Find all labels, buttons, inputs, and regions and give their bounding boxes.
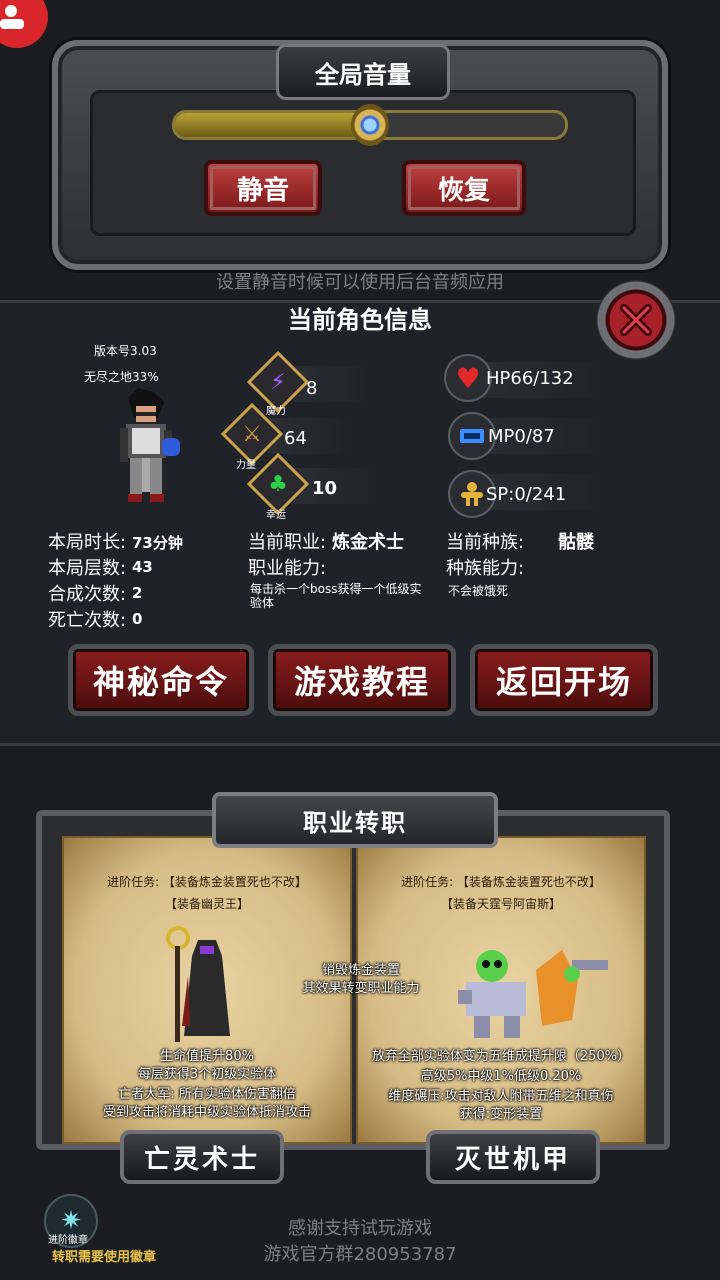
luck-value: 10 xyxy=(312,478,338,499)
power-value: 64 xyxy=(284,428,307,449)
floors-value: 43 xyxy=(132,558,153,576)
mecha-sprite xyxy=(458,950,608,1038)
synthesis-label: 合成次数: xyxy=(48,584,127,605)
left-line-4: 受到攻击将消耗中级实验体抵消攻击 xyxy=(102,1105,311,1120)
volume-slider-knob[interactable] xyxy=(351,104,389,146)
left-line-2: 每层获得3个初级实验体 xyxy=(137,1067,277,1082)
duration-value: 73分钟 xyxy=(132,534,183,552)
center-note-1: 销毁炼金装置 xyxy=(321,963,400,978)
close-button[interactable] xyxy=(596,280,676,360)
right-task-1: 进阶任务: 【装备炼金装置死也不改】 xyxy=(401,875,601,889)
floors-label: 本局层数: xyxy=(48,558,127,579)
hp-value: HP66/132 xyxy=(486,368,574,389)
right-line-1: 放弃全部实验体变为五维成提升限（250%） xyxy=(371,1049,631,1064)
mp-value: MP0/87 xyxy=(488,426,555,447)
left-line-1: 生命值提升80% xyxy=(160,1049,254,1064)
duration-label: 本局时长: xyxy=(48,532,127,553)
magic-value: 8 xyxy=(306,378,318,399)
profile-button[interactable] xyxy=(0,0,48,48)
restore-button[interactable]: 恢复 xyxy=(402,160,526,216)
race-ability-label: 种族能力: xyxy=(446,558,525,579)
right-line-4: 获得:变形装置 xyxy=(459,1107,543,1122)
right-task-2: 【装备天霆号阿宙斯】 xyxy=(440,897,561,911)
right-line-3: 维度碾压:攻击对敌人附带五维之和真伤 xyxy=(388,1089,614,1104)
necromancer-button[interactable]: 亡灵术士 xyxy=(120,1130,284,1184)
power-label: 力量 xyxy=(236,460,256,471)
tutorial-button[interactable]: 游戏教程 xyxy=(268,644,456,716)
job-ability-label: 职业能力: xyxy=(248,558,327,579)
volume-slider-fill xyxy=(175,113,370,137)
class-change-title: 职业转职 xyxy=(212,792,498,848)
secret-command-button[interactable]: 神秘命令 xyxy=(68,644,254,716)
mode-label: 无尽之地33% xyxy=(84,370,159,384)
left-task-2: 【装备幽灵王】 xyxy=(164,897,249,911)
sword-icon: ⚔ xyxy=(242,421,262,447)
heart-icon: ♥ xyxy=(444,354,492,402)
right-line-2: 高级5%中级1%低级0.20% xyxy=(420,1069,582,1084)
deaths-value: 0 xyxy=(132,610,143,628)
deaths-label: 死亡次数: xyxy=(48,610,127,631)
necromancer-sprite xyxy=(166,926,230,1042)
left-line-3: 亡者大军: 所有实验体伤害翻倍 xyxy=(118,1087,296,1102)
job-label: 当前职业: xyxy=(248,532,327,553)
lightning-icon: ⚡ xyxy=(270,369,286,395)
mecha-button[interactable]: 灭世机甲 xyxy=(426,1130,600,1184)
job-ability-desc: 每击杀一个boss获得一个低级实验体 xyxy=(250,582,422,610)
center-note-2: 其效果转变职业能力 xyxy=(302,981,420,996)
clover-icon: ♣ xyxy=(268,471,288,497)
job-value: 炼金术士 xyxy=(332,532,404,553)
synthesis-value: 2 xyxy=(132,584,143,602)
sp-value: SP:0/241 xyxy=(486,484,567,505)
race-label: 当前种族: xyxy=(446,532,525,553)
race-ability-desc: 不会被饿死 xyxy=(448,584,509,598)
back-to-start-button[interactable]: 返回开场 xyxy=(470,644,658,716)
luck-label: 幸运 xyxy=(266,510,286,521)
left-task-1: 进阶任务: 【装备炼金装置死也不改】 xyxy=(107,875,307,889)
close-icon xyxy=(620,304,652,336)
mute-button[interactable]: 静音 xyxy=(204,160,322,216)
volume-title: 全局音量 xyxy=(276,44,450,100)
version-label: 版本号3.03 xyxy=(94,344,157,358)
race-value: 骷髅 xyxy=(558,532,594,553)
character-avatar xyxy=(120,388,180,502)
footer-thanks: 感谢支持试玩游戏 xyxy=(288,1218,432,1239)
footer-group: 游戏官方群280953787 xyxy=(263,1244,457,1265)
user-icon xyxy=(0,4,26,30)
